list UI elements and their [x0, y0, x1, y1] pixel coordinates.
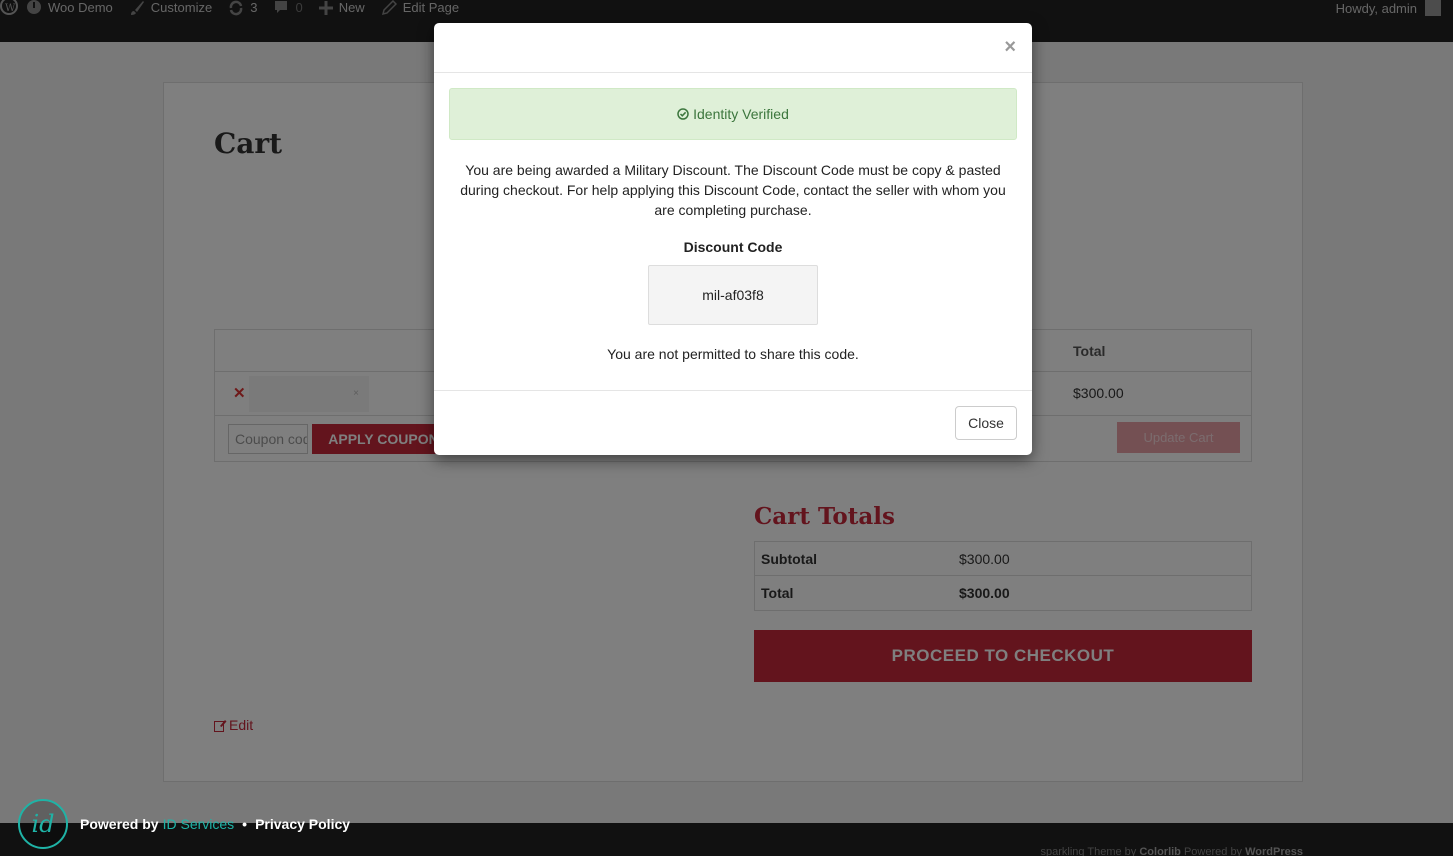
identity-verified-alert: Identity Verified [449, 88, 1017, 140]
badge-separator: • [242, 816, 248, 832]
id-services-badge: id Powered by ID Services • Privacy Poli… [18, 799, 350, 849]
badge-text: Powered by ID Services • Privacy Policy [80, 816, 350, 832]
check-circle-icon [677, 108, 689, 120]
close-icon[interactable]: × [1004, 37, 1016, 57]
discount-modal: × Identity Verified You are being awarde… [434, 23, 1032, 455]
privacy-policy-link[interactable]: Privacy Policy [255, 816, 350, 832]
id-logo-icon[interactable]: id [18, 799, 68, 849]
powered-by-label: Powered by [80, 816, 159, 832]
share-notice: You are not permitted to share this code… [607, 346, 859, 362]
alert-text: Identity Verified [693, 106, 789, 122]
discount-code-label: Discount Code [683, 239, 783, 255]
discount-message: You are being awarded a Military Discoun… [460, 162, 1006, 218]
close-button[interactable]: Close [955, 406, 1017, 440]
modal-header: × [434, 23, 1032, 73]
modal-footer: Close [434, 390, 1032, 455]
discount-code-value[interactable]: mil-af03f8 [648, 265, 818, 325]
id-services-link[interactable]: ID Services [163, 816, 235, 832]
